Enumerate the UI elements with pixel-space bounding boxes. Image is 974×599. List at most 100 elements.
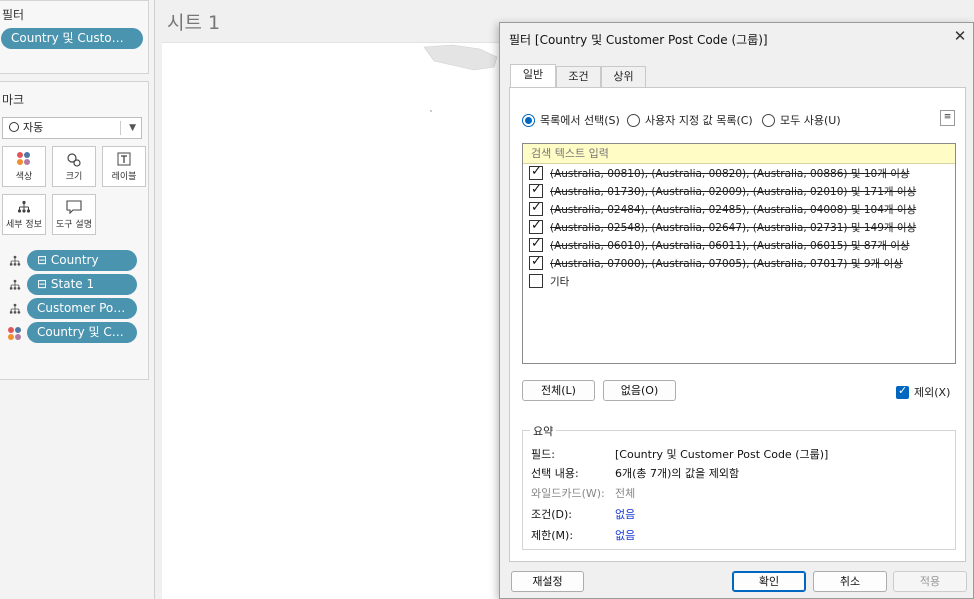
exclude-label: 제외(X) — [914, 386, 951, 399]
color-icon — [8, 327, 22, 344]
field-pill-country[interactable]: ⊟ Country — [27, 250, 137, 271]
label-icon — [103, 147, 145, 169]
list-item[interactable]: 기타 — [523, 272, 955, 290]
search-input[interactable]: 검색 텍스트 입력 — [523, 144, 955, 164]
collapse-icon: ⊟ — [37, 277, 48, 291]
filter-dialog: 필터 [Country 및 Customer Post Code (그룹)] ✕… — [499, 22, 974, 599]
summary-label: 와일드카드(W): — [531, 487, 605, 500]
radio-indicator — [762, 113, 775, 127]
summary-label: 제한(M): — [531, 529, 574, 542]
radio-label: 모두 사용(U) — [780, 114, 841, 127]
list-item[interactable]: (Australia, 01730), (Australia, 02009), … — [523, 182, 955, 200]
list-item-label: (Australia, 07000), (Australia, 07005), … — [550, 257, 903, 270]
chevron-down-icon: ▼ — [129, 123, 136, 133]
tab-general[interactable]: 일반 — [510, 64, 556, 88]
list-item[interactable]: (Australia, 02484), (Australia, 02485), … — [523, 200, 955, 218]
left-sidebar: 필터 Country 및 Customer.. 마크 자동 ▼ 색상 크기 레이… — [0, 0, 155, 599]
summary-label: 조건(D): — [531, 508, 572, 521]
summary-group: 요약 필드: [Country 및 Customer Post Code (그룹… — [522, 423, 956, 550]
radio-label: 목록에서 선택(S) — [540, 114, 620, 127]
map-canvas[interactable] — [162, 42, 507, 599]
field-pill-country-customer[interactable]: Country 및 Cus.. — [27, 322, 137, 343]
hierarchy-icon — [8, 255, 22, 270]
field-pill-label: Country — [50, 253, 99, 267]
tooltip-icon — [53, 195, 95, 217]
size-icon — [53, 147, 95, 169]
radio-custom-value-list[interactable]: 사용자 지정 값 목록(C) — [627, 112, 753, 128]
exclude-checkbox[interactable]: 제외(X) — [896, 384, 950, 400]
field-pill-state[interactable]: ⊟ State 1 — [27, 274, 137, 295]
list-item[interactable]: (Australia, 07000), (Australia, 07005), … — [523, 254, 955, 272]
list-item-label: 기타 — [550, 275, 570, 288]
list-item-label: (Australia, 06010), (Australia, 06011), … — [550, 239, 910, 252]
mark-type-label: 자동 — [23, 121, 44, 134]
field-pill-label: State 1 — [50, 277, 95, 291]
summary-label: 필드: — [531, 448, 555, 461]
select-all-button[interactable]: 전체(L) — [522, 380, 595, 401]
summary-value: 6개(총 7개)의 값을 제외함 — [615, 467, 740, 480]
dialog-title: 필터 [Country 및 Customer Post Code (그룹)] — [509, 33, 768, 47]
checkbox[interactable] — [529, 218, 543, 234]
condition-link[interactable]: 없음 — [615, 506, 635, 522]
detail-button[interactable]: 세부 정보 — [2, 194, 46, 235]
mark-type-dropdown[interactable]: 자동 ▼ — [2, 117, 142, 139]
list-item[interactable]: (Australia, 06010), (Australia, 06011), … — [523, 236, 955, 254]
filter-pill-country-customer[interactable]: Country 및 Customer.. — [1, 28, 143, 49]
list-item-label: (Australia, 01730), (Australia, 02009), … — [550, 185, 917, 198]
detail-icon — [3, 195, 45, 217]
apply-button[interactable]: 적용 — [893, 571, 967, 592]
checkbox[interactable] — [529, 274, 543, 288]
checkbox[interactable] — [529, 164, 543, 180]
limit-link[interactable]: 없음 — [615, 527, 635, 543]
summary-legend: 요약 — [530, 423, 557, 439]
map-fragment — [423, 44, 498, 112]
tab-condition[interactable]: 조건 — [556, 66, 601, 87]
close-icon[interactable]: ✕ — [951, 27, 969, 45]
select-none-button[interactable]: 없음(O) — [603, 380, 676, 401]
radio-label: 사용자 지정 값 목록(C) — [645, 114, 753, 127]
checkbox[interactable] — [529, 182, 543, 198]
label-button-label: 레이블 — [111, 172, 137, 182]
summary-value: [Country 및 Customer Post Code (그룹)] — [615, 448, 829, 461]
filters-shelf-title: 필터 — [2, 8, 25, 22]
checkbox[interactable] — [896, 384, 909, 399]
list-item-label: (Australia, 02548), (Australia, 02647), … — [550, 221, 917, 234]
radio-indicator — [522, 113, 535, 127]
radio-use-all[interactable]: 모두 사용(U) — [762, 112, 841, 128]
hierarchy-icon — [8, 279, 22, 294]
radio-select-from-list[interactable]: 목록에서 선택(S) — [522, 112, 620, 128]
color-icon — [3, 147, 45, 169]
list-item-label: (Australia, 00810), (Australia, 00820), … — [550, 167, 910, 180]
tab-top[interactable]: 상위 — [601, 66, 646, 87]
list-menu-icon[interactable]: ≡ — [940, 110, 955, 126]
reset-button[interactable]: 재설정 — [511, 571, 584, 592]
hierarchy-icon — [8, 303, 22, 318]
radio-indicator — [627, 113, 640, 127]
summary-label: 선택 내용: — [531, 467, 579, 480]
list-item-label: (Australia, 02484), (Australia, 02485), … — [550, 203, 917, 216]
circle-mark-icon — [9, 122, 19, 132]
cancel-button[interactable]: 취소 — [813, 571, 887, 592]
filters-shelf: 필터 Country 및 Customer.. — [0, 0, 149, 74]
list-item[interactable]: (Australia, 00810), (Australia, 00820), … — [523, 164, 955, 182]
sheet-title: 시트 1 — [167, 12, 221, 34]
size-button[interactable]: 크기 — [52, 146, 96, 187]
field-pill-customer-post[interactable]: Customer Post .. — [27, 298, 137, 319]
value-listbox[interactable]: 검색 텍스트 입력 (Australia, 00810), (Australia… — [522, 143, 956, 364]
detail-button-label: 세부 정보 — [6, 220, 42, 230]
label-button[interactable]: 레이블 — [102, 146, 146, 187]
tooltip-button-label: 도구 설명 — [56, 220, 92, 230]
color-button[interactable]: 색상 — [2, 146, 46, 187]
checkbox[interactable] — [529, 236, 543, 252]
size-button-label: 크기 — [65, 172, 83, 182]
list-item[interactable]: (Australia, 02548), (Australia, 02647), … — [523, 218, 955, 236]
marks-card: 마크 자동 ▼ 색상 크기 레이블 세부 정보 도구 설명 ⊟ Country … — [0, 81, 149, 380]
tooltip-button[interactable]: 도구 설명 — [52, 194, 96, 235]
color-button-label: 색상 — [15, 172, 33, 182]
checkbox[interactable] — [529, 200, 543, 216]
collapse-icon: ⊟ — [37, 253, 48, 267]
ok-button[interactable]: 확인 — [732, 571, 806, 592]
marks-card-title: 마크 — [2, 93, 25, 107]
checkbox[interactable] — [529, 254, 543, 270]
summary-value: 전체 — [615, 487, 636, 500]
